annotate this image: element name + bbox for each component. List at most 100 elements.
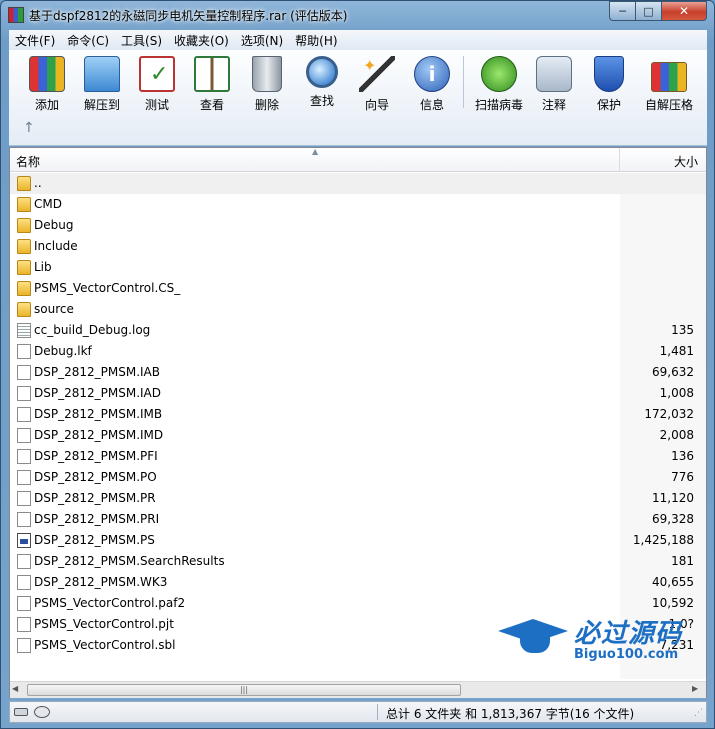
menu-favorites[interactable]: 收藏夹(O)	[168, 32, 235, 49]
sfx-button[interactable]: 自解压格	[639, 54, 699, 112]
menu-file[interactable]: 文件(F)	[9, 32, 61, 49]
file-row[interactable]: DSP_2812_PMSM.IAB 69,632	[10, 362, 706, 383]
folder-icon	[17, 260, 31, 275]
folder-row[interactable]: CMD	[10, 194, 706, 215]
file-row[interactable]: DSP_2812_PMSM.PS 1,425,188	[10, 530, 706, 551]
wizard-label: 向导	[364, 98, 389, 112]
file-name: Debug	[34, 218, 74, 232]
find-label: 查找	[309, 94, 334, 108]
protect-button[interactable]: 保护	[581, 54, 637, 112]
virus-scan-button[interactable]: 扫描病毒	[469, 54, 529, 112]
menu-tools[interactable]: 工具(S)	[115, 32, 168, 49]
file-icon	[17, 617, 31, 632]
menu-bar: 文件(F) 命令(C) 工具(S) 收藏夹(O) 选项(N) 帮助(H)	[9, 30, 707, 50]
wizard-icon	[359, 56, 395, 92]
status-summary: 总计 6 文件夹 和 1,813,367 字节(16 个文件)	[386, 707, 635, 721]
view-icon	[194, 56, 230, 92]
extract-icon	[84, 56, 120, 92]
view-label: 查看	[199, 98, 224, 112]
toolbar: 添加 解压到 测试 查看 删除 查找 向导 i 信息	[9, 50, 707, 146]
file-name: Debug.lkf	[34, 344, 92, 358]
status-bar: 总计 6 文件夹 和 1,813,367 字节(16 个文件) ⋰	[9, 701, 707, 723]
file-row[interactable]: DSP_2812_PMSM.SearchResults 181	[10, 551, 706, 572]
file-name: DSP_2812_PMSM.PO	[34, 470, 157, 484]
folder-row[interactable]: Debug	[10, 215, 706, 236]
file-size: 11,120	[652, 491, 694, 505]
file-row[interactable]: PSMS_VectorControl.paf2 10,592	[10, 593, 706, 614]
extract-to-button[interactable]: 解压到	[74, 54, 130, 112]
menu-commands[interactable]: 命令(C)	[61, 32, 115, 49]
info-label: 信息	[419, 98, 444, 112]
comment-button[interactable]: 注释	[526, 54, 582, 112]
file-size: 2,008	[659, 428, 694, 442]
file-row[interactable]: cc_build_Debug.log 135	[10, 320, 706, 341]
column-header-name[interactable]: 名称 ▲	[10, 147, 620, 171]
drive-icon[interactable]	[34, 706, 50, 718]
file-size: 1,008	[659, 386, 694, 400]
file-name: CMD	[34, 197, 62, 211]
file-name: DSP_2812_PMSM.PS	[34, 533, 155, 547]
watermark-title: 必过源码	[574, 619, 683, 649]
postscript-file-icon	[17, 533, 31, 548]
file-row[interactable]: DSP_2812_PMSM.PRI 69,328	[10, 509, 706, 530]
menu-help[interactable]: 帮助(H)	[289, 32, 343, 49]
file-row[interactable]: DSP_2812_PMSM.IMD 2,008	[10, 425, 706, 446]
folder-row[interactable]: PSMS_VectorControl.CS_	[10, 278, 706, 299]
delete-button[interactable]: 删除	[239, 54, 295, 112]
file-rows: .. CMD Debug Include Lib PSMS_VectorControl.C…	[10, 173, 706, 679]
scrollbar-thumb[interactable]: |||	[27, 684, 461, 696]
scroll-left-icon[interactable]: ◀	[12, 684, 22, 696]
file-name: Lib	[34, 260, 52, 274]
info-button[interactable]: i 信息	[404, 54, 460, 112]
file-row[interactable]: DSP_2812_PMSM.IMB 172,032	[10, 404, 706, 425]
menu-options[interactable]: 选项(N)	[235, 32, 289, 49]
file-name: DSP_2812_PMSM.IMD	[34, 428, 164, 442]
maximize-button[interactable]: □	[635, 1, 661, 21]
text-file-icon	[17, 323, 31, 338]
test-button[interactable]: 测试	[129, 54, 185, 112]
folder-icon	[17, 302, 31, 317]
key-icon[interactable]	[14, 708, 28, 716]
up-folder-icon[interactable]: ↑	[23, 120, 35, 136]
title-bar[interactable]: 基于dspf2812的永磁同步电机矢量控制程序.rar (评估版本) ─ □ ✕	[1, 1, 714, 30]
view-button[interactable]: 查看	[184, 54, 240, 112]
wizard-button[interactable]: 向导	[349, 54, 405, 112]
file-name: PSMS_VectorControl.CS_	[34, 281, 181, 295]
comment-label: 注释	[541, 98, 566, 112]
file-name: DSP_2812_PMSM.PR	[34, 491, 156, 505]
file-row[interactable]: DSP_2812_PMSM.PR 11,120	[10, 488, 706, 509]
add-label: 添加	[34, 98, 59, 112]
file-size: 10,592	[652, 596, 694, 610]
file-name: DSP_2812_PMSM.SearchResults	[34, 554, 225, 568]
status-icons	[14, 706, 54, 718]
file-icon	[17, 512, 31, 527]
folder-row[interactable]: Include	[10, 236, 706, 257]
file-icon	[17, 344, 31, 359]
file-row[interactable]: DSP_2812_PMSM.PFI 136	[10, 446, 706, 467]
file-row[interactable]: Debug.lkf 1,481	[10, 341, 706, 362]
file-size: 181	[671, 554, 694, 568]
folder-row[interactable]: ..	[10, 173, 706, 194]
add-icon	[29, 56, 65, 92]
file-name: DSP_2812_PMSM.WK3	[34, 575, 168, 589]
column-size-label: 大小	[673, 155, 698, 169]
folder-icon	[17, 218, 31, 233]
add-button[interactable]: 添加	[19, 54, 75, 112]
folder-icon	[17, 281, 31, 296]
minimize-button[interactable]: ─	[609, 1, 635, 21]
extract-to-label: 解压到	[83, 98, 120, 112]
resize-grip-icon[interactable]: ⋰	[694, 708, 703, 718]
file-row[interactable]: DSP_2812_PMSM.IAD 1,008	[10, 383, 706, 404]
folder-row[interactable]: source	[10, 299, 706, 320]
file-icon	[17, 386, 31, 401]
column-header-size[interactable]: 大小	[620, 148, 706, 171]
file-size: 1,481	[659, 344, 694, 358]
horizontal-scrollbar[interactable]: ◀ ||| ▶	[10, 681, 706, 698]
file-row[interactable]: DSP_2812_PMSM.WK3 40,655	[10, 572, 706, 593]
scroll-right-icon[interactable]: ▶	[692, 684, 702, 696]
close-button[interactable]: ✕	[661, 1, 707, 21]
virus-scan-label: 扫描病毒	[474, 98, 523, 112]
folder-row[interactable]: Lib	[10, 257, 706, 278]
file-row[interactable]: DSP_2812_PMSM.PO 776	[10, 467, 706, 488]
find-button[interactable]: 查找	[294, 54, 350, 112]
